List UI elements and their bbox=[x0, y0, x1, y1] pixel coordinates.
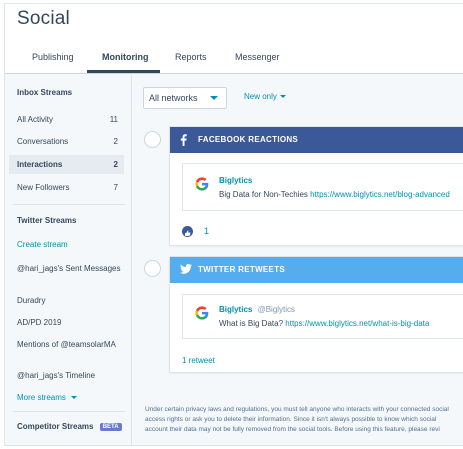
sidebar-divider bbox=[13, 411, 125, 412]
disclaimer-line: account their data may not be fully remo… bbox=[145, 426, 440, 433]
post-author[interactable]: Biglytics bbox=[219, 176, 252, 185]
active-tab-indicator bbox=[87, 70, 160, 73]
post-preview[interactable]: Biglytics @Biglytics What is Big Data? h… bbox=[182, 294, 463, 339]
sidebar-stream-adpd-2019[interactable]: AD/PD 2019 bbox=[17, 317, 122, 328]
sidebar-item-conversations[interactable]: Conversations 2 bbox=[9, 132, 124, 151]
page-title: Social bbox=[17, 8, 70, 29]
new-only-filter[interactable]: New only bbox=[244, 92, 286, 101]
retweet-count[interactable]: 1 retweet bbox=[182, 356, 215, 365]
create-stream-link[interactable]: Create stream bbox=[17, 240, 68, 249]
network-select-value: All networks bbox=[149, 93, 198, 103]
select-item-checkbox[interactable] bbox=[144, 131, 161, 148]
caret-down-icon bbox=[279, 95, 286, 98]
sidebar-item-count: 2 bbox=[113, 137, 118, 146]
sidebar-item-count: 2 bbox=[113, 160, 118, 169]
facebook-icon bbox=[180, 134, 187, 146]
sidebar-item-label: Conversations bbox=[17, 137, 69, 146]
card-header: TWITTER RETWEETS bbox=[170, 257, 463, 283]
twitter-icon bbox=[180, 264, 192, 274]
competitor-streams-label: Competitor Streams bbox=[17, 422, 94, 431]
card-header-label: FACEBOOK REACTIONS bbox=[198, 135, 299, 144]
post-author[interactable]: Biglytics @Biglytics bbox=[219, 305, 295, 314]
tab-messenger[interactable]: Messenger bbox=[235, 52, 280, 62]
sidebar-item-label: All Activity bbox=[17, 115, 54, 124]
post-body: Big Data for Non-Techies bbox=[219, 190, 308, 199]
more-streams-label: More streams bbox=[17, 393, 66, 402]
twitter-retweets-card: TWITTER RETWEETS Biglytics @Biglytics Wh… bbox=[169, 256, 463, 373]
sidebar-item-new-followers[interactable]: New Followers 7 bbox=[9, 178, 124, 197]
sidebar-item-count: 7 bbox=[113, 183, 118, 192]
sidebar-stream-timeline[interactable]: @hari_jags's Timeline bbox=[17, 370, 122, 381]
post-text: What is Big Data? https://www.biglytics.… bbox=[219, 319, 429, 328]
post-author-handle: @Biglytics bbox=[257, 305, 296, 314]
beta-badge: BETA bbox=[99, 423, 122, 431]
post-link[interactable]: https://www.biglytics.net/what-is-big-da… bbox=[285, 319, 429, 328]
privacy-disclaimer: Under certain privacy laws and regulatio… bbox=[145, 405, 463, 435]
sidebar-divider bbox=[13, 204, 125, 205]
competitor-streams-heading: Competitor Streams BETA bbox=[17, 422, 122, 431]
post-text: Big Data for Non-Techies https://www.big… bbox=[219, 190, 450, 199]
page-header: Social Publishing Monitoring Reports Mes… bbox=[5, 4, 463, 74]
google-g-logo bbox=[195, 177, 209, 194]
tab-publishing[interactable]: Publishing bbox=[32, 52, 74, 62]
post-preview[interactable]: Biglytics Big Data for Non-Techies https… bbox=[182, 163, 463, 211]
caret-down-icon bbox=[210, 96, 218, 100]
caret-down-icon bbox=[71, 396, 78, 399]
tab-reports[interactable]: Reports bbox=[175, 52, 207, 62]
new-only-label: New only bbox=[244, 92, 277, 101]
facebook-reactions-card: FACEBOOK REACTIONS Biglytics Big Data fo… bbox=[169, 126, 463, 246]
twitter-streams-heading: Twitter Streams bbox=[17, 216, 77, 225]
sidebar-item-label: Interactions bbox=[17, 160, 63, 169]
monitoring-feed: All networks New only FACEBOOK REACTIONS bbox=[133, 75, 463, 445]
social-app-window: Social Publishing Monitoring Reports Mes… bbox=[4, 3, 463, 446]
sidebar-stream-duradry[interactable]: Duradry bbox=[17, 295, 122, 306]
streams-sidebar: Inbox Streams All Activity 11 Conversati… bbox=[5, 75, 132, 445]
tab-monitoring[interactable]: Monitoring bbox=[102, 52, 149, 62]
post-body: What is Big Data? bbox=[219, 319, 284, 328]
inbox-streams-heading: Inbox Streams bbox=[17, 88, 73, 97]
google-g-logo bbox=[195, 306, 209, 323]
post-author-name: Biglytics bbox=[219, 305, 253, 314]
network-select[interactable]: All networks bbox=[143, 87, 227, 109]
thumbs-up-icon bbox=[182, 226, 193, 237]
more-streams-link[interactable]: More streams bbox=[17, 393, 78, 402]
sidebar-stream-sent-messages[interactable]: @hari_jags's Sent Messages bbox=[17, 263, 122, 274]
disclaimer-line: access rights or ask you to delete their… bbox=[145, 416, 437, 423]
disclaimer-line: Under certain privacy laws and regulatio… bbox=[145, 406, 449, 413]
sidebar-item-interactions[interactable]: Interactions 2 bbox=[9, 155, 124, 174]
sidebar-item-count: 11 bbox=[109, 115, 118, 124]
post-link[interactable]: https://www.biglytics.net/blog-advanced bbox=[310, 190, 450, 199]
sidebar-item-all-activity[interactable]: All Activity 11 bbox=[9, 110, 124, 129]
card-header: FACEBOOK REACTIONS bbox=[170, 127, 463, 153]
card-header-label: TWITTER RETWEETS bbox=[198, 265, 286, 274]
select-item-checkbox[interactable] bbox=[144, 260, 161, 277]
sidebar-stream-mentions[interactable]: Mentions of @teamsolarMA bbox=[17, 339, 122, 350]
sidebar-item-label: New Followers bbox=[17, 183, 70, 192]
reaction-count[interactable]: 1 bbox=[204, 226, 209, 236]
